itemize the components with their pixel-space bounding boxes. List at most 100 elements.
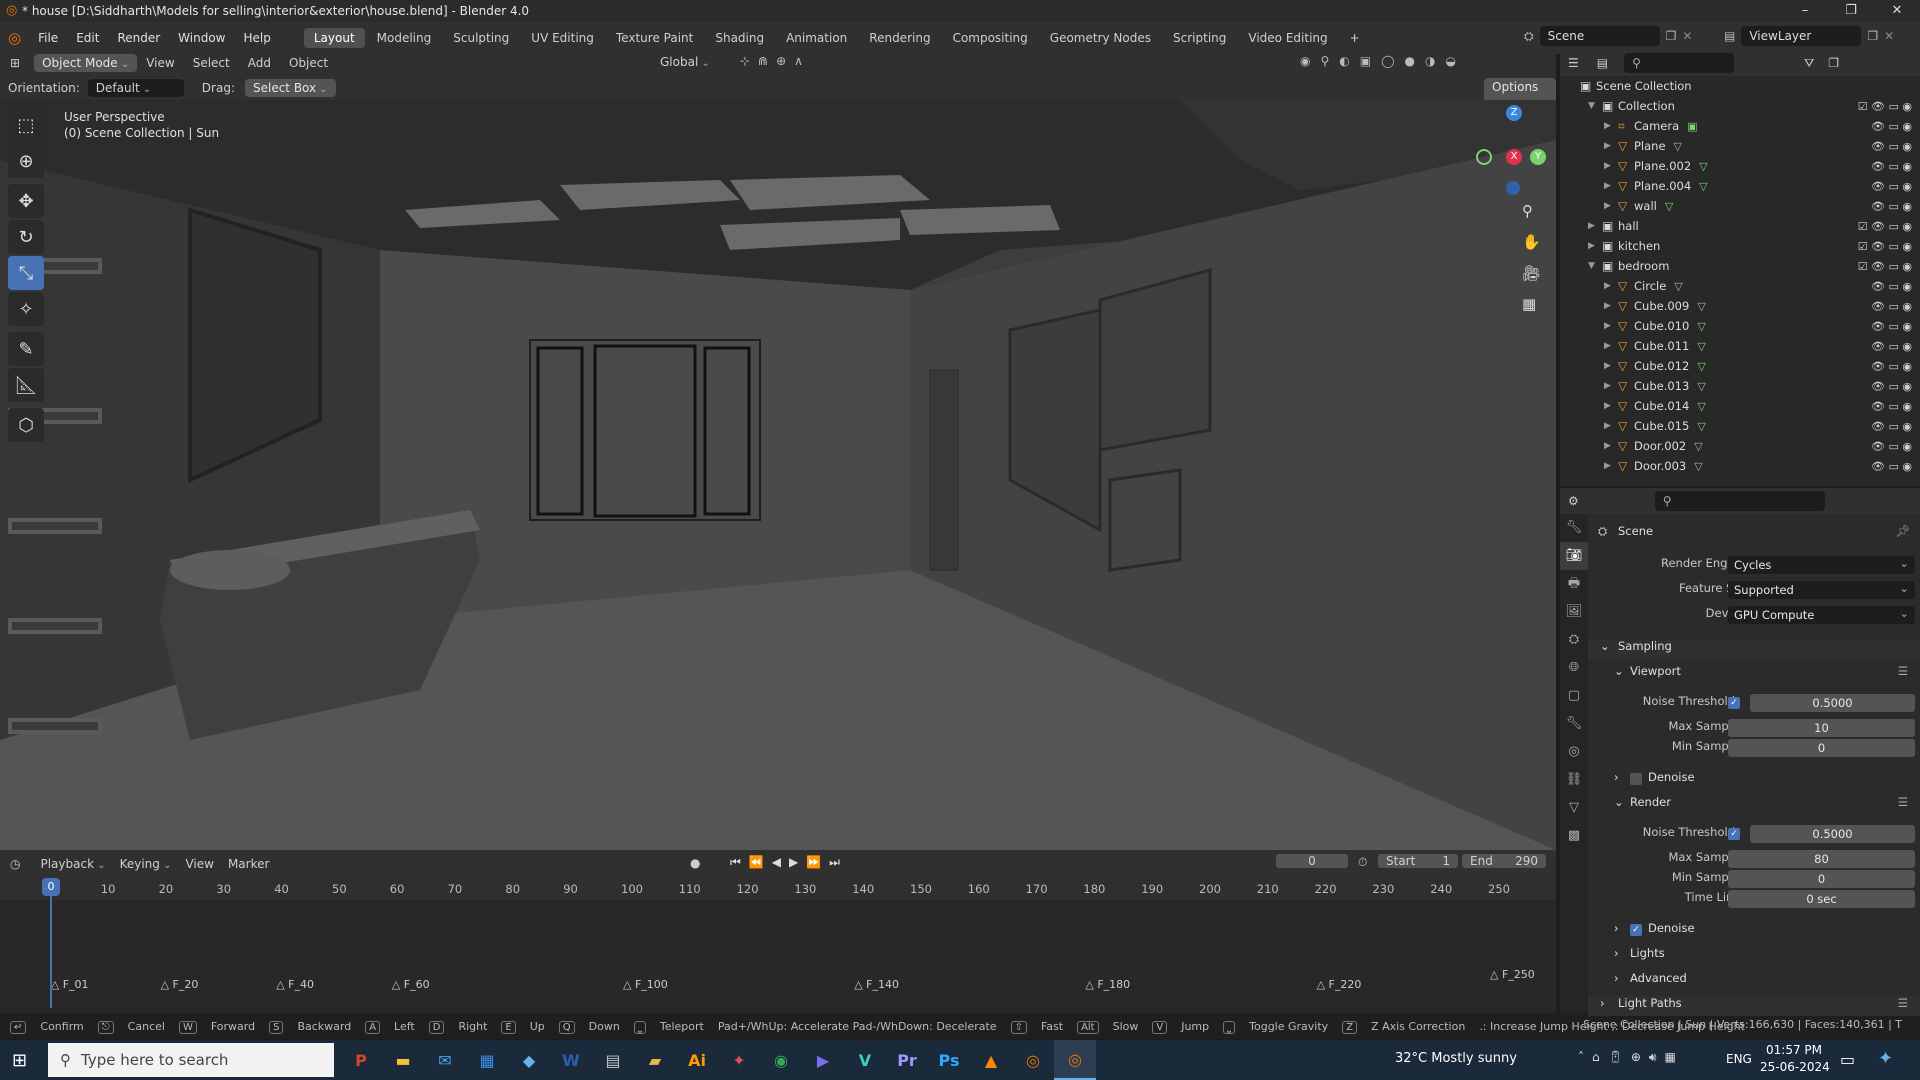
list-icon[interactable]: ☰ bbox=[1898, 664, 1908, 678]
gizmo-z-axis[interactable]: Z bbox=[1506, 105, 1522, 121]
menu-help[interactable]: Help bbox=[235, 31, 280, 45]
vlc-icon[interactable]: ▲ bbox=[970, 1040, 1012, 1080]
tab-geometry-nodes[interactable]: Geometry Nodes bbox=[1040, 28, 1161, 48]
outliner-row[interactable]: ▶ ▽ wall ▽ 👁︎ ▭ ◉ bbox=[1560, 196, 1920, 216]
outliner-row[interactable]: ▶ ▽ Cube.014 ▽ 👁︎ ▭ ◉ bbox=[1560, 396, 1920, 416]
add-workspace-button[interactable]: + bbox=[1340, 28, 1370, 48]
chevron-right-icon[interactable]: ▶ bbox=[1604, 361, 1618, 371]
navigation-gizmo[interactable]: Z X Y bbox=[1460, 105, 1546, 195]
gizmo-neg-z-axis[interactable] bbox=[1506, 181, 1520, 195]
minimize-button[interactable]: – bbox=[1782, 0, 1828, 22]
gizmo-neg-y-axis[interactable] bbox=[1476, 149, 1492, 165]
timeline-marker[interactable]: △ F_220 bbox=[1317, 978, 1362, 991]
chevron-right-icon[interactable]: ▶ bbox=[1604, 121, 1618, 131]
tab-uv-editing[interactable]: UV Editing bbox=[521, 28, 604, 48]
outliner-row[interactable]: ▶ ▽ Cube.009 ▽ 👁︎ ▭ ◉ bbox=[1560, 296, 1920, 316]
marker-menu[interactable]: Marker bbox=[228, 857, 269, 871]
outliner-row[interactable]: ▼ ▣ Collection ☑ 👁︎ ▭ ◉ bbox=[1560, 96, 1920, 116]
3d-viewport[interactable]: User Perspective (0) Scene Collection | … bbox=[0, 100, 1556, 850]
new-scene-icon[interactable]: ❐ bbox=[1666, 29, 1677, 43]
tray-icons[interactable]: ˄⌂🔋︎⊕🔊︎▦ bbox=[1578, 1050, 1684, 1065]
visibility-toggles[interactable]: 👁︎ ▭ ◉ bbox=[1871, 360, 1912, 373]
outliner-row[interactable]: ▶ ▽ Door.002 ▽ 👁︎ ▭ ◉ bbox=[1560, 436, 1920, 456]
visibility-toggles[interactable]: ☑ 👁︎ ▭ ◉ bbox=[1858, 100, 1912, 113]
visibility-toggles[interactable]: 👁︎ ▭ ◉ bbox=[1871, 180, 1912, 193]
chevron-right-icon[interactable]: ▶ bbox=[1604, 321, 1618, 331]
app7-icon[interactable]: ▤ bbox=[592, 1040, 634, 1080]
visibility-toggles[interactable]: 👁︎ ▭ ◉ bbox=[1871, 300, 1912, 313]
preview-range-icon[interactable]: ⏱ bbox=[1358, 855, 1367, 870]
timeline-marker[interactable]: △ F_140 bbox=[854, 978, 899, 991]
outliner-row[interactable]: ▶ ▽ Cube.010 ▽ 👁︎ ▭ ◉ bbox=[1560, 316, 1920, 336]
visibility-toggles[interactable]: 👁︎ ▭ ◉ bbox=[1871, 160, 1912, 173]
chevron-right-icon[interactable]: ▶ bbox=[1604, 301, 1618, 311]
chevron-right-icon[interactable]: ▶ bbox=[1604, 201, 1618, 211]
visibility-toggles[interactable]: 👁︎ ▭ ◉ bbox=[1871, 320, 1912, 333]
premiere-icon[interactable]: Pr bbox=[886, 1040, 928, 1080]
chevron-right-icon[interactable]: ▶ bbox=[1604, 141, 1618, 151]
view-layer-tab-icon[interactable]: 🖼︎ bbox=[1560, 598, 1588, 626]
time-limit-field[interactable]: 0 sec bbox=[1728, 890, 1915, 908]
viewport-max-samples-field[interactable]: 10 bbox=[1728, 719, 1915, 737]
app8-icon[interactable]: ▰ bbox=[634, 1040, 676, 1080]
outliner-row[interactable]: ▶ ▽ Circle ▽ 👁︎ ▭ ◉ bbox=[1560, 276, 1920, 296]
move-tool-icon[interactable]: ✥ bbox=[8, 184, 44, 218]
annotate-tool-icon[interactable]: ✎ bbox=[8, 332, 44, 366]
gizmo-x-axis[interactable]: X bbox=[1506, 149, 1522, 165]
visibility-toggles[interactable]: 👁︎ ▭ ◉ bbox=[1871, 120, 1912, 133]
object-tab-icon[interactable]: ▢ bbox=[1560, 682, 1588, 710]
chevron-down-icon[interactable]: ▼ bbox=[1588, 101, 1602, 111]
maximize-button[interactable]: ❐ bbox=[1828, 0, 1874, 22]
tab-sculpting[interactable]: Sculpting bbox=[443, 28, 519, 48]
illustrator-icon[interactable]: Ai bbox=[676, 1040, 718, 1080]
chevron-right-icon[interactable]: ▶ bbox=[1588, 221, 1602, 231]
view-layer-field[interactable]: ViewLayer bbox=[1741, 26, 1862, 46]
world-tab-icon[interactable]: 🌐︎ bbox=[1560, 654, 1588, 682]
tool-tab-icon[interactable]: 🔧︎ bbox=[1560, 514, 1588, 542]
windows-start-icon[interactable]: ⊞ bbox=[12, 1050, 27, 1071]
viewport-noise-checkbox[interactable]: ✓ bbox=[1728, 697, 1740, 709]
menu-view[interactable]: View bbox=[137, 56, 183, 70]
tab-layout[interactable]: Layout bbox=[303, 28, 365, 48]
lights-subpanel-header[interactable]: › Lights bbox=[1588, 946, 1920, 966]
timeline-marker[interactable]: △ F_180 bbox=[1085, 978, 1130, 991]
drag-dropdown[interactable]: Select Box bbox=[244, 79, 336, 97]
tab-scripting[interactable]: Scripting bbox=[1163, 28, 1236, 48]
clock-time[interactable]: 01:57 PM bbox=[1766, 1043, 1822, 1057]
outliner-row[interactable]: ▶ ▽ Cube.012 ▽ 👁︎ ▭ ◉ bbox=[1560, 356, 1920, 376]
viewport-noise-field[interactable]: 0.5000 bbox=[1750, 694, 1915, 712]
transform-tool-icon[interactable]: ✧ bbox=[8, 292, 44, 326]
visibility-toggles[interactable]: 👁︎ ▭ ◉ bbox=[1871, 400, 1912, 413]
clock-date[interactable]: 25-06-2024 bbox=[1760, 1060, 1830, 1074]
outliner-row[interactable]: ▶ ▽ Plane.004 ▽ 👁︎ ▭ ◉ bbox=[1560, 176, 1920, 196]
viewport-shading-icons[interactable]: ◉⚲◐▣◯●◑◒ bbox=[1300, 54, 1466, 68]
transform-orientation-dropdown[interactable]: Global bbox=[660, 55, 710, 69]
outliner-row[interactable]: ▶ ⌗ Camera ▣ 👁︎ ▭ ◉ bbox=[1560, 116, 1920, 136]
grid-toggle-icon[interactable]: ▦ bbox=[1522, 289, 1541, 320]
sampling-panel-header[interactable]: ⌄ Sampling bbox=[1588, 639, 1920, 659]
select-box-tool-icon[interactable]: ⬚ bbox=[8, 108, 44, 142]
render-min-samples-field[interactable]: 0 bbox=[1728, 870, 1915, 888]
scene-name-field[interactable]: Scene bbox=[1539, 26, 1660, 46]
render-noise-checkbox[interactable]: ✓ bbox=[1728, 828, 1740, 840]
timeline-marker[interactable]: △ F_60 bbox=[392, 978, 430, 991]
display-mode-icon[interactable]: ▤ bbox=[1597, 56, 1608, 70]
app5-icon[interactable]: ◆ bbox=[508, 1040, 550, 1080]
chevron-right-icon[interactable]: ▶ bbox=[1604, 441, 1618, 451]
add-cube-tool-icon[interactable]: ⬡ bbox=[8, 408, 44, 442]
light-paths-panel-header[interactable]: › Light Paths ☰ bbox=[1588, 996, 1920, 1016]
app13-icon[interactable]: V bbox=[844, 1040, 886, 1080]
orientation-dropdown[interactable]: Default bbox=[87, 79, 184, 97]
cursor-tool-icon[interactable]: ⊕ bbox=[8, 144, 44, 178]
timeline-marker[interactable]: △ F_250 bbox=[1490, 968, 1535, 981]
timeline-marker[interactable]: △ F_01 bbox=[51, 978, 89, 991]
visibility-toggles[interactable]: 👁︎ ▭ ◉ bbox=[1871, 340, 1912, 353]
timeline-editor-icon[interactable]: ◷ bbox=[10, 857, 20, 871]
menu-select[interactable]: Select bbox=[184, 56, 239, 70]
chevron-right-icon[interactable]: ▶ bbox=[1604, 281, 1618, 291]
properties-editor-icon[interactable]: ⚙ bbox=[1568, 494, 1579, 508]
visibility-toggles[interactable]: 👁︎ ▭ ◉ bbox=[1871, 460, 1912, 473]
output-tab-icon[interactable]: 🖶︎ bbox=[1560, 570, 1588, 598]
texture-tab-icon[interactable]: ▩ bbox=[1560, 822, 1588, 850]
pan-hand-icon[interactable]: ✋ bbox=[1522, 227, 1541, 258]
